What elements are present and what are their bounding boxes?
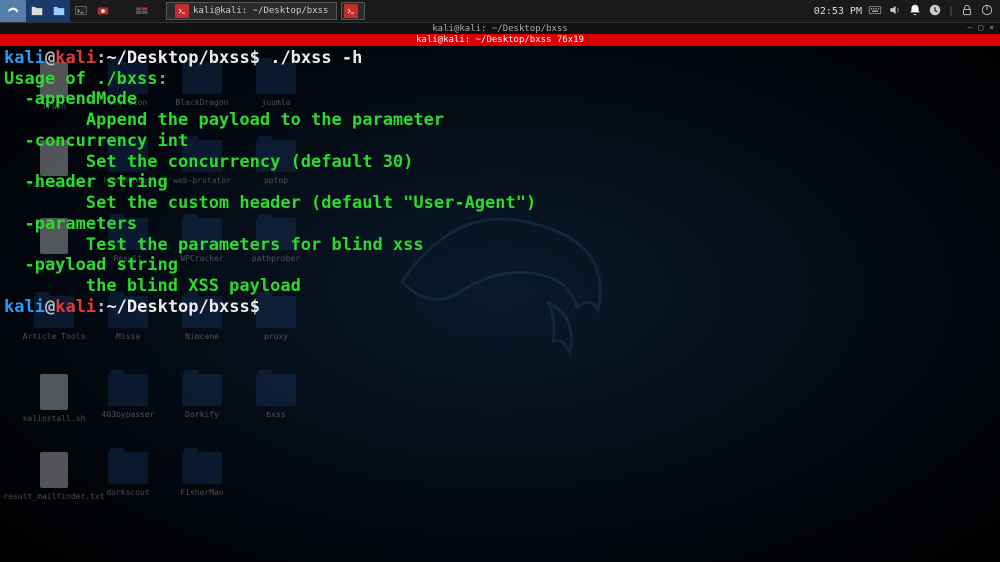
terminal-body[interactable]: kali@kali:~/Desktop/bxss$ ./bxss -h Usag… [0,46,1000,562]
taskbar-window[interactable]: kali@kali: ~/Desktop/bxss [166,2,337,20]
output-line: Set the concurrency (default 30) [4,152,413,172]
prompt-path: ~/Desktop/bxss [106,48,249,68]
prompt-user: kali [4,48,45,68]
output-line: Usage of ./bxss: [4,69,168,89]
command-text: ./bxss -h [270,48,362,68]
clock[interactable]: 02:53 PM [814,6,862,17]
taskbar-window-title: kali@kali: ~/Desktop/bxss [193,6,328,16]
terminal-tab-label: kali@kali: ~/Desktop/bxss 76x19 [416,35,584,45]
prompt-colon: : [96,48,106,68]
maximize-button[interactable]: □ [978,23,983,32]
prompt-path: ~/Desktop/bxss [106,297,249,317]
terminal-launcher-icon[interactable] [70,0,92,22]
update-icon[interactable] [928,3,942,20]
prompt-dollar: $ [250,48,260,68]
notifications-icon[interactable] [908,3,922,20]
prompt-dollar: $ [250,297,260,317]
output-line: the blind XSS payload [4,276,301,296]
recorder-icon[interactable] [92,0,114,22]
taskbar: kali@kali: ~/Desktop/bxss 02:53 PM | [0,0,1000,22]
taskbar-window-small[interactable] [341,2,365,20]
prompt-at: @ [45,297,55,317]
volume-icon[interactable] [888,3,902,20]
lock-icon[interactable] [960,3,974,20]
kali-menu-icon[interactable] [0,0,26,22]
keyboard-icon[interactable] [868,3,882,20]
terminal-icon [344,4,358,18]
output-line: Test the parameters for blind xss [4,235,424,255]
prompt-user: kali [4,297,45,317]
terminal-tab[interactable]: kali@kali: ~/Desktop/bxss 76x19 [0,34,1000,46]
output-line: -parameters [4,214,137,234]
prompt-host: kali [55,48,96,68]
prompt-host: kali [55,297,96,317]
close-button[interactable]: × [989,23,994,32]
separator: | [948,6,954,17]
output-line: -header string [4,172,168,192]
power-icon[interactable] [980,3,994,20]
terminal-titlebar[interactable]: kali@kali: ~/Desktop/bxss — □ × [0,22,1000,34]
output-line: Append the payload to the parameter [4,110,444,130]
terminal-title-text: kali@kali: ~/Desktop/bxss [432,24,567,34]
output-line: Set the custom header (default "User-Age… [4,193,536,213]
terminal-window: kali@kali: ~/Desktop/bxss — □ × kali@kal… [0,22,1000,562]
minimize-button[interactable]: — [968,23,973,32]
prompt-at: @ [45,48,55,68]
terminal-icon [175,4,189,18]
output-line: -concurrency int [4,131,188,151]
workspace-switcher[interactable] [132,0,152,22]
output-line: -appendMode [4,89,137,109]
output-line: -payload string [4,255,178,275]
prompt-colon: : [96,297,106,317]
files-icon[interactable] [26,0,48,22]
files2-icon[interactable] [48,0,70,22]
